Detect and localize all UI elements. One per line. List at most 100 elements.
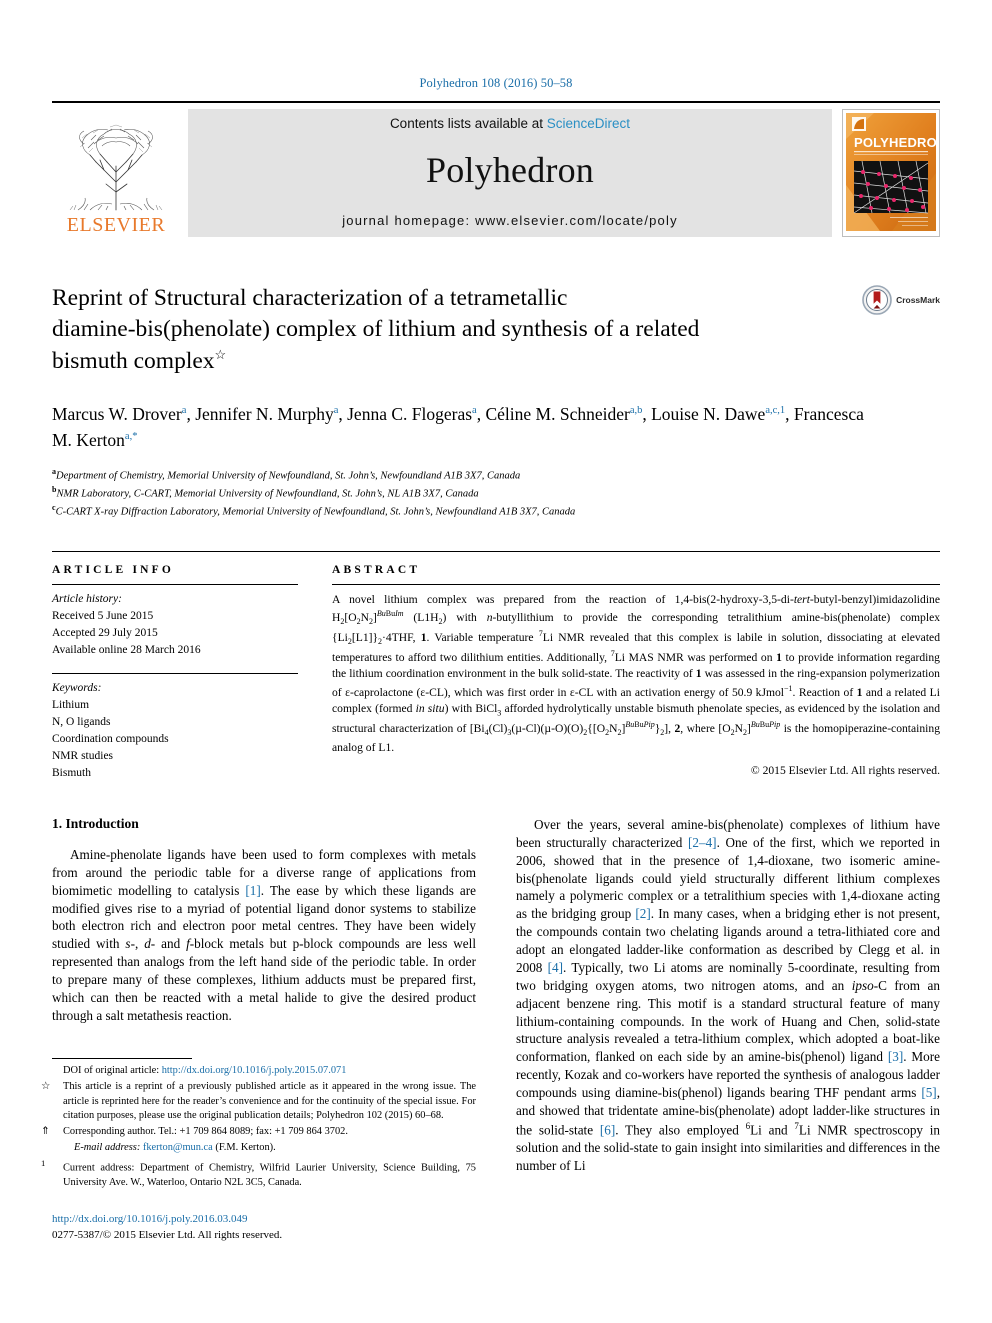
citation-link[interactable]: [2–4] xyxy=(688,835,717,850)
article-page: Polyhedron 108 (2016) 50–58 ELSEVIER Con… xyxy=(0,0,992,1323)
sciencedirect-link[interactable]: ScienceDirect xyxy=(547,116,630,131)
article-history-group: Article history: Received 5 June 2015 Ac… xyxy=(52,591,298,659)
affiliation-text: NMR Laboratory, C-CART, Memorial Univers… xyxy=(56,488,479,500)
title-block: Reprint of Structural characterization o… xyxy=(52,283,940,379)
citation-link[interactable]: [4] xyxy=(548,960,563,975)
article-doi-link[interactable]: http://dx.doi.org/10.1016/j.poly.2016.03… xyxy=(52,1212,476,1228)
author-item: Louise N. Dawea,c,1 xyxy=(651,404,785,424)
footnote-current-address: 1 Current address: Department of Chemistr… xyxy=(41,1157,476,1191)
author-sep: , xyxy=(186,404,196,424)
running-head: Polyhedron 108 (2016) 50–58 xyxy=(419,76,573,90)
author-name: Marcus W. Drover xyxy=(52,404,182,424)
footnote-doi-original: DOI of original article: http://dx.doi.o… xyxy=(52,1064,476,1079)
author-item: Marcus W. Drovera xyxy=(52,404,186,424)
info-abstract-band: ARTICLE INFO Article history: Received 5… xyxy=(52,550,940,782)
abstract-text: A novel lithium complex was prepared fro… xyxy=(332,592,941,755)
footnote-rule xyxy=(52,1058,192,1059)
affiliation-item: aDepartment of Chemistry, Memorial Unive… xyxy=(52,466,940,484)
footnote-email-label: E-mail address: xyxy=(74,1141,141,1153)
page-title: Reprint of Structural characterization o… xyxy=(52,283,812,377)
body-column-right: Over the years, several amine-bis(phenol… xyxy=(516,816,940,1184)
author-item: Céline M. Schneidera,b xyxy=(485,404,642,424)
title-line-2: diamine-bis(phenolate) complex of lithiu… xyxy=(52,316,700,343)
keyword-item: Coordination compounds xyxy=(52,732,169,745)
footnotes-block: DOI of original article: http://dx.doi.o… xyxy=(41,1058,476,1192)
banner-center: Contents lists available at ScienceDirec… xyxy=(188,109,832,237)
svg-text:POLYHEDRON: POLYHEDRON xyxy=(854,135,936,150)
author-sep: , xyxy=(338,404,348,424)
footnote-email-suffix: (F.M. Kerton). xyxy=(215,1141,276,1153)
page-footer: http://dx.doi.org/10.1016/j.poly.2016.03… xyxy=(52,1212,476,1244)
author-name: Jennifer N. Murphy xyxy=(195,404,334,424)
footnote-reprint-text: This article is a reprint of a previousl… xyxy=(63,1080,476,1122)
keyword-item: NMR studies xyxy=(52,749,114,762)
author-name: Louise N. Dawe xyxy=(651,404,766,424)
article-history-label: Article history: xyxy=(52,592,122,605)
elsevier-tree-icon xyxy=(69,124,163,211)
affiliation-text: C-CART X-ray Diffraction Laboratory, Mem… xyxy=(55,506,576,518)
affiliation-text: Department of Chemistry, Memorial Univer… xyxy=(56,470,521,481)
citation-link[interactable]: [3] xyxy=(888,1049,903,1064)
journal-homepage-link[interactable]: journal homepage: www.elsevier.com/locat… xyxy=(342,213,678,228)
citation-link[interactable]: [5] xyxy=(921,1085,936,1100)
citation-link[interactable]: [1] xyxy=(245,883,260,898)
contents-prefix: Contents lists available at xyxy=(389,116,547,131)
author-affil-marker[interactable]: a,* xyxy=(125,431,138,442)
keyword-item: Bismuth xyxy=(52,766,91,779)
article-history-item: Available online 28 March 2016 xyxy=(52,643,201,656)
author-sep: , xyxy=(785,404,794,424)
issn-copyright-line: 0277-5387/© 2015 Elsevier Ltd. All right… xyxy=(52,1228,283,1241)
keywords-label: Keywords: xyxy=(52,681,102,694)
abstract-column: ABSTRACT A novel lithium complex was pre… xyxy=(324,564,940,782)
polyhedron-cover-icon: POLYHEDRON xyxy=(846,113,936,231)
crossmark-icon xyxy=(862,285,892,315)
keyword-item: N, O ligands xyxy=(52,715,111,728)
section-heading-introduction: 1. Introduction xyxy=(52,815,139,831)
divider xyxy=(332,583,940,585)
title-footnote-star[interactable]: ☆ xyxy=(215,347,227,362)
author-affil-marker[interactable]: a,b xyxy=(630,405,643,416)
footnote-reprint-note: ☆ This article is a reprint of a previous… xyxy=(41,1080,476,1124)
author-name: Céline M. Schneider xyxy=(485,404,630,424)
author-name: Jenna C. Flogeras xyxy=(347,404,473,424)
journal-title: Polyhedron xyxy=(426,150,594,190)
article-info-heading: ARTICLE INFO xyxy=(52,563,175,576)
footnote-corr-text: Corresponding author. Tel.: +1 709 864 8… xyxy=(63,1126,348,1138)
title-line-1: Reprint of Structural characterization o… xyxy=(52,285,568,311)
footnote-email-link[interactable]: fkerton@mun.ca xyxy=(143,1142,213,1153)
affiliation-item: cC-CART X-ray Diffraction Laboratory, Me… xyxy=(52,502,940,520)
keywords-group: Keywords: Lithium N, O ligands Coordinat… xyxy=(52,680,298,782)
elsevier-logo: ELSEVIER xyxy=(52,109,180,237)
author-item: Jenna C. Flogerasa xyxy=(347,404,477,424)
footnote-current-marker: 1 xyxy=(41,1157,46,1168)
abstract-heading: ABSTRACT xyxy=(332,563,421,576)
footnote-corresponding-author: ⇑ Corresponding author. Tel.: +1 709 864 … xyxy=(41,1125,476,1140)
affiliation-list: aDepartment of Chemistry, Memorial Unive… xyxy=(52,466,940,521)
footnote-current-text: Current address: Department of Chemistry… xyxy=(63,1162,476,1188)
article-history-item: Accepted 29 July 2015 xyxy=(52,626,158,639)
elsevier-wordmark: ELSEVIER xyxy=(66,214,166,236)
citation-link[interactable]: [6] xyxy=(600,1122,615,1137)
keyword-item: Lithium xyxy=(52,698,90,711)
crossmark-badge[interactable]: CrossMark xyxy=(862,285,940,315)
affiliation-item: bNMR Laboratory, C-CART, Memorial Univer… xyxy=(52,484,940,502)
author-list: Marcus W. Drovera, Jennifer N. Murphya, … xyxy=(52,401,882,454)
abstract-copyright: © 2015 Elsevier Ltd. All rights reserved… xyxy=(750,764,940,778)
footnote-corr-marker: ⇑ xyxy=(41,1126,50,1138)
footnote-marker xyxy=(52,1064,63,1079)
footnote-doi-link[interactable]: http://dx.doi.org/10.1016/j.poly.2015.07… xyxy=(162,1065,347,1076)
divider xyxy=(52,583,298,585)
crossmark-label: CrossMark xyxy=(896,295,940,305)
contents-available-line: Contents lists available at ScienceDirec… xyxy=(390,116,630,131)
footnote-star-marker: ☆ xyxy=(41,1080,51,1092)
journal-banner: ELSEVIER Contents lists available at Sci… xyxy=(52,101,940,237)
citation-link[interactable]: [2] xyxy=(635,906,650,921)
footnote-doi-label: DOI of original article: xyxy=(63,1065,162,1076)
author-affil-marker[interactable]: a,c,1 xyxy=(765,405,785,416)
article-history-item: Received 5 June 2015 xyxy=(52,609,154,622)
author-item: Jennifer N. Murphya xyxy=(195,404,338,424)
author-sep: , xyxy=(642,404,652,424)
journal-cover-thumbnail: POLYHEDRON xyxy=(842,109,940,237)
footnote-email: E-mail address: fkerton@mun.ca (F.M. Ker… xyxy=(52,1141,476,1156)
